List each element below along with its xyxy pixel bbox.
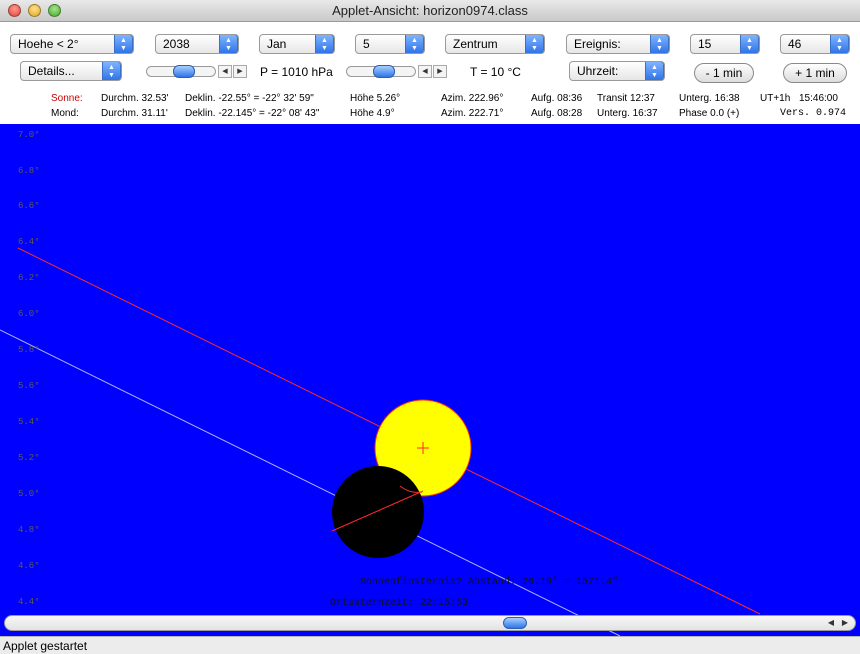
status-text: Applet gestartet (3, 639, 88, 653)
sun-rise: Aufg. 08:36 (531, 93, 583, 104)
slider-right-arrow-icon[interactable]: ▶ (233, 65, 247, 78)
y-axis-label: 5.6° (18, 381, 40, 391)
minute-select-value: 46 (788, 37, 802, 51)
y-axis-label: 6.8° (18, 166, 40, 176)
y-axis-label: 7.0° (18, 130, 40, 140)
updown-arrows-icon: ▲ ▼ (315, 35, 334, 53)
y-axis-label: 5.2° (18, 453, 40, 463)
time-select-value: Uhrzeit: (577, 64, 619, 78)
altitude-select[interactable]: Hoehe < 2° ▲ ▼ (10, 34, 134, 54)
year-select-value: 2038 (163, 37, 190, 51)
updown-arrows-icon: ▲ ▼ (114, 35, 133, 53)
altitude-select-value: Hoehe < 2° (18, 37, 79, 51)
hour-select-value: 15 (698, 37, 712, 51)
event-select-value: Ereignis: (574, 37, 621, 51)
sidereal-time-text: Ortssternzeit: 22:15:53 (330, 598, 469, 609)
horizontal-scrollbar[interactable]: ◀ ▶ (4, 615, 856, 631)
sky-canvas[interactable]: 7.0° 6.8° 6.6° 6.4° 6.2° 6.0° 5.8° 5.6° … (0, 124, 860, 636)
y-axis-label: 6.2° (18, 273, 40, 283)
updown-arrows-icon: ▲ ▼ (405, 35, 424, 53)
y-axis-label: 4.8° (18, 525, 40, 535)
moon-diameter: Durchm. 31.11' (101, 108, 168, 119)
current-time: 15:46:00 (799, 93, 838, 104)
temperature-label: T = 10 °C (470, 65, 521, 79)
y-axis-label: 5.0° (18, 489, 40, 499)
y-axis-label: 6.4° (18, 237, 40, 247)
slider-right-arrow-icon[interactable]: ▶ (433, 65, 447, 78)
slider-left-arrow-icon[interactable]: ◀ (218, 65, 232, 78)
moon-set: Unterg. 16:37 (597, 108, 658, 119)
moon-declination: Deklin. -22.145° = -22° 08' 43" (185, 108, 320, 119)
sun-altitude: Höhe 5.26° (350, 93, 401, 104)
updown-arrows-icon: ▲ ▼ (650, 35, 669, 53)
y-axis-label: 6.6° (18, 201, 40, 211)
sun-diameter: Durchm. 32.53' (101, 93, 169, 104)
details-select-value: Details... (28, 64, 75, 78)
sky-drawing (0, 247, 761, 636)
y-axis-label: 5.8° (18, 345, 40, 355)
status-bar: Applet gestartet (0, 636, 860, 654)
moon-altitude: Höhe 4.9° (350, 108, 395, 119)
day-select-value: 5 (363, 37, 370, 51)
month-select[interactable]: Jan ▲ ▼ (259, 34, 335, 54)
moon-row-label: Mond: (51, 108, 79, 119)
sun-set: Unterg. 16:38 (679, 93, 740, 104)
updown-arrows-icon: ▲ ▼ (830, 35, 849, 53)
scroll-right-arrow-icon[interactable]: ▶ (839, 616, 851, 630)
moon-path-line (0, 329, 621, 636)
sun-row-label: Sonne: (51, 93, 83, 104)
day-select[interactable]: 5 ▲ ▼ (355, 34, 425, 54)
center-select[interactable]: Zentrum ▲ ▼ (445, 34, 545, 54)
minus-one-minute-button[interactable]: - 1 min (694, 63, 754, 83)
event-select[interactable]: Ereignis: ▲ ▼ (566, 34, 670, 54)
y-axis-label: 6.0° (18, 309, 40, 319)
slider-knob[interactable] (373, 65, 395, 78)
y-axis-label: 4.6° (18, 561, 40, 571)
scrollbar-thumb[interactable] (503, 617, 527, 629)
eclipse-distance-text: Sonnenfinsternis? Abstand: 26.19' = 1571… (360, 577, 619, 588)
moon-disc (332, 466, 424, 558)
moon-rise: Aufg. 08:28 (531, 108, 583, 119)
minute-select[interactable]: 46 ▲ ▼ (780, 34, 850, 54)
scroll-left-arrow-icon[interactable]: ◀ (825, 616, 837, 630)
hour-select[interactable]: 15 ▲ ▼ (690, 34, 760, 54)
time-select[interactable]: Uhrzeit: ▲ ▼ (569, 61, 665, 81)
utc-offset: UT+1h (760, 93, 791, 104)
window-title: Applet-Ansicht: horizon0974.class (332, 3, 528, 18)
temperature-slider[interactable]: ◀ ▶ (346, 64, 450, 78)
sun-transit: Transit 12:37 (597, 93, 655, 104)
details-select[interactable]: Details... ▲ ▼ (20, 61, 122, 81)
plus-one-minute-button[interactable]: + 1 min (783, 63, 847, 83)
updown-arrows-icon: ▲ ▼ (102, 62, 121, 80)
updown-arrows-icon: ▲ ▼ (525, 35, 544, 53)
moon-azimuth: Azim. 222.71° (441, 108, 504, 119)
center-select-value: Zentrum (453, 37, 498, 51)
y-axis-label: 5.4° (18, 417, 40, 427)
slider-left-arrow-icon[interactable]: ◀ (418, 65, 432, 78)
title-bar: Applet-Ansicht: horizon0974.class (0, 0, 860, 22)
year-select[interactable]: 2038 ▲ ▼ (155, 34, 239, 54)
pressure-slider[interactable]: ◀ ▶ (146, 64, 250, 78)
updown-arrows-icon: ▲ ▼ (740, 35, 759, 53)
pressure-label: P = 1010 hPa (260, 65, 333, 79)
control-panel: Hoehe < 2° ▲ ▼ 2038 ▲ ▼ Jan ▲ ▼ 5 ▲ ▼ Zentru… (0, 22, 860, 124)
sun-declination: Deklin. -22.55° = -22° 32' 59" (185, 93, 314, 104)
moon-phase: Phase 0.0 (+) (679, 108, 740, 119)
month-select-value: Jan (267, 37, 287, 51)
updown-arrows-icon: ▲ ▼ (219, 35, 238, 53)
version-label: Vers. 0.974 (780, 108, 847, 119)
sun-azimuth: Azim. 222.96° (441, 93, 504, 104)
slider-knob[interactable] (173, 65, 195, 78)
y-axis-label: 4.4° (18, 597, 40, 607)
updown-arrows-icon: ▲ ▼ (645, 62, 664, 80)
